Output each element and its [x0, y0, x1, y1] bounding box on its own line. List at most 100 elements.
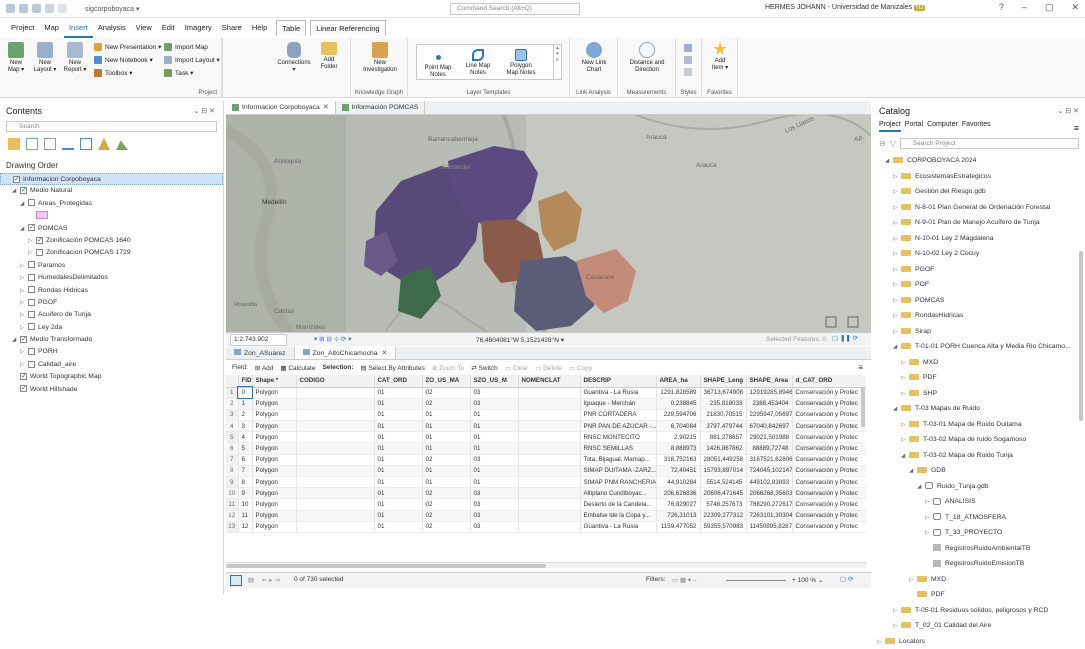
- layer-item[interactable]: ▷Ley 2da: [0, 322, 223, 334]
- row-number[interactable]: 3: [226, 409, 238, 420]
- layer-item[interactable]: ◢Areas_Protegidas: [0, 198, 223, 210]
- expand-down-icon[interactable]: ◢: [12, 334, 20, 346]
- expand-right-icon[interactable]: ▷: [28, 247, 36, 259]
- expand-right-icon[interactable]: ▷: [20, 297, 28, 309]
- table-row[interactable]: 65Polygon010101RNSC SEMILLAS8,8889731426…: [226, 443, 866, 454]
- list-by-selection-icon[interactable]: [44, 138, 56, 150]
- polygon-map-notes-button[interactable]: Polygon Map Notes: [503, 49, 539, 77]
- user-account[interactable]: HERMES JOHANN - Universidad de Manizales…: [765, 4, 925, 11]
- expand-right-icon[interactable]: ▷: [925, 511, 933, 526]
- catalog-item[interactable]: ▷SHP: [873, 386, 1085, 402]
- expand-right-icon[interactable]: ▷: [20, 322, 28, 334]
- style-icon[interactable]: [684, 56, 692, 64]
- copy-selection-button[interactable]: ▭ Copy: [569, 364, 592, 372]
- connections-button[interactable]: Connections ▾: [276, 42, 312, 74]
- expand-down-icon[interactable]: ◢: [20, 223, 28, 235]
- expand-right-icon[interactable]: ▷: [893, 201, 901, 216]
- visibility-checkbox[interactable]: [20, 385, 27, 392]
- table-row[interactable]: 54Polygon010101RNSC MONTECITO2,90215881,…: [226, 432, 866, 443]
- layer-item[interactable]: ▷PGOF: [0, 297, 223, 309]
- expand-right-icon[interactable]: ▷: [893, 604, 901, 619]
- menu-map[interactable]: Map: [39, 18, 64, 38]
- expand-right-icon[interactable]: ▷: [893, 216, 901, 231]
- new-notebook-button[interactable]: New Notebook ▾: [94, 56, 153, 64]
- close-tab-icon[interactable]: ✕: [323, 101, 329, 115]
- expand-right-icon[interactable]: ▷: [20, 272, 28, 284]
- catalog-item[interactable]: ▷T_02_01 Calidad del Aire: [873, 618, 1085, 634]
- row-number[interactable]: 5: [226, 432, 238, 443]
- map-view[interactable]: Barrancabermeja Santander Arauca Arauca …: [226, 101, 871, 342]
- list-by-snapping-icon[interactable]: [80, 138, 92, 150]
- row-number[interactable]: 8: [226, 465, 238, 476]
- table-row[interactable]: 1211Polygon010203Embalse lde la Copa y..…: [226, 510, 866, 521]
- delete-selection-button[interactable]: ▭ Delete: [535, 364, 562, 372]
- map-tab[interactable]: Informacion Corpoboyaca✕: [226, 101, 336, 114]
- layer-item[interactable]: ◢POMCAS: [0, 223, 223, 235]
- open-project-icon[interactable]: [19, 4, 28, 13]
- select-by-attributes-button[interactable]: ▤ Select By Attributes: [361, 364, 425, 372]
- expand-right-icon[interactable]: ▷: [20, 309, 28, 321]
- show-selected-records-icon[interactable]: ▤: [248, 576, 254, 584]
- column-header[interactable]: NOMENCLAT: [518, 375, 580, 387]
- catalog-item[interactable]: ▷Gestión del Riesgo.gdb: [873, 184, 1085, 200]
- show-all-records-icon[interactable]: [230, 575, 242, 586]
- visibility-checkbox[interactable]: [28, 274, 35, 281]
- catalog-item[interactable]: ◢T-01-01 PORH Cuenca Alta y Media Rio Ch…: [873, 339, 1085, 355]
- column-header[interactable]: SZO_US_M: [470, 375, 518, 387]
- command-search-input[interactable]: Command Search (Alt+Q): [450, 3, 580, 15]
- layer-item[interactable]: ▷Rondas Hidricas: [0, 285, 223, 297]
- back-icon[interactable]: ⊖: [879, 139, 886, 148]
- table-menu-icon[interactable]: ≡: [858, 363, 863, 372]
- expand-right-icon[interactable]: ▷: [893, 294, 901, 309]
- point-map-notes-button[interactable]: Point Map Notes: [421, 49, 455, 79]
- help-icon[interactable]: ?: [999, 2, 1004, 13]
- expand-right-icon[interactable]: ▷: [877, 635, 885, 649]
- catalog-item[interactable]: ▷N-10-01 Ley 2 Magdalena: [873, 231, 1085, 247]
- menu-edit[interactable]: Edit: [157, 18, 180, 38]
- new-map-button[interactable]: New Map ▾: [4, 42, 28, 74]
- catalog-item[interactable]: ▷POF: [873, 277, 1085, 293]
- map-coordinates[interactable]: 76,4604081°W 5,1521428°N ▾: [476, 336, 564, 344]
- catalog-item[interactable]: ▷POMCAS: [873, 293, 1085, 309]
- table-row[interactable]: 98Polygon010101SIMAP PNM RANCHERIA44,910…: [226, 477, 866, 488]
- catalog-item[interactable]: ◢Ruido_Tunja.gdb: [873, 479, 1085, 495]
- expand-right-icon[interactable]: ▷: [901, 356, 909, 371]
- table-row[interactable]: 1110Polygon010203Desierto de la Candela.…: [226, 499, 866, 510]
- visibility-checkbox[interactable]: [28, 299, 35, 306]
- column-header[interactable]: AREA_ha: [656, 375, 700, 387]
- record-navigation-icon[interactable]: ⇤ ▸ ⇥: [262, 576, 280, 584]
- new-report-button[interactable]: New Report ▾: [62, 42, 88, 74]
- list-by-editing-icon[interactable]: [62, 138, 74, 150]
- layer-item[interactable]: ▷PORH: [0, 346, 223, 358]
- catalog-item[interactable]: PDF: [873, 587, 1085, 603]
- catalog-scrollbar[interactable]: [1079, 251, 1083, 421]
- expand-right-icon[interactable]: ▷: [901, 371, 909, 386]
- catalog-item[interactable]: ▷MXD: [873, 572, 1085, 588]
- add-folder-button[interactable]: Add Folder: [316, 42, 342, 71]
- row-number[interactable]: 6: [226, 443, 238, 454]
- map-scale-select[interactable]: 1:2.743.902: [230, 334, 287, 346]
- add-item-button[interactable]: Add Item ▾: [706, 42, 734, 72]
- catalog-tab-computer[interactable]: Computer: [927, 121, 958, 132]
- filter-icon[interactable]: ▽: [890, 139, 896, 148]
- catalog-item[interactable]: ◢T-03-02 Mapa de Ruido Tunja: [873, 448, 1085, 464]
- table-horizontal-scrollbar[interactable]: [226, 562, 866, 568]
- style-icon[interactable]: [684, 68, 692, 76]
- table-row[interactable]: 87Polygon010101SIMAP DUITAMA -ZARZ...72,…: [226, 465, 866, 476]
- zoom-slider[interactable]: [726, 580, 786, 581]
- new-presentation-button[interactable]: New Presentation ▾: [94, 43, 161, 51]
- list-by-labeling-icon[interactable]: [98, 138, 110, 150]
- expand-right-icon[interactable]: ▷: [893, 232, 901, 247]
- catalog-menu-icon[interactable]: ≡: [1074, 123, 1079, 133]
- project-name[interactable]: sigcorpoboyaca ▾: [85, 5, 140, 13]
- expand-right-icon[interactable]: ▷: [901, 418, 909, 433]
- catalog-tab-project[interactable]: Project: [879, 121, 901, 132]
- visibility-checkbox[interactable]: [28, 348, 35, 355]
- column-header[interactable]: SHAPE_Leng: [700, 375, 746, 387]
- column-header[interactable]: Shape *: [252, 375, 296, 387]
- expand-right-icon[interactable]: ▷: [893, 185, 901, 200]
- layer-item[interactable]: ▷Calidad_aire: [0, 359, 223, 371]
- table-row[interactable]: 109Polygon010203Altiplano Cundiboyac...2…: [226, 488, 866, 499]
- menu-share[interactable]: Share: [217, 18, 247, 38]
- expand-right-icon[interactable]: ▷: [20, 359, 28, 371]
